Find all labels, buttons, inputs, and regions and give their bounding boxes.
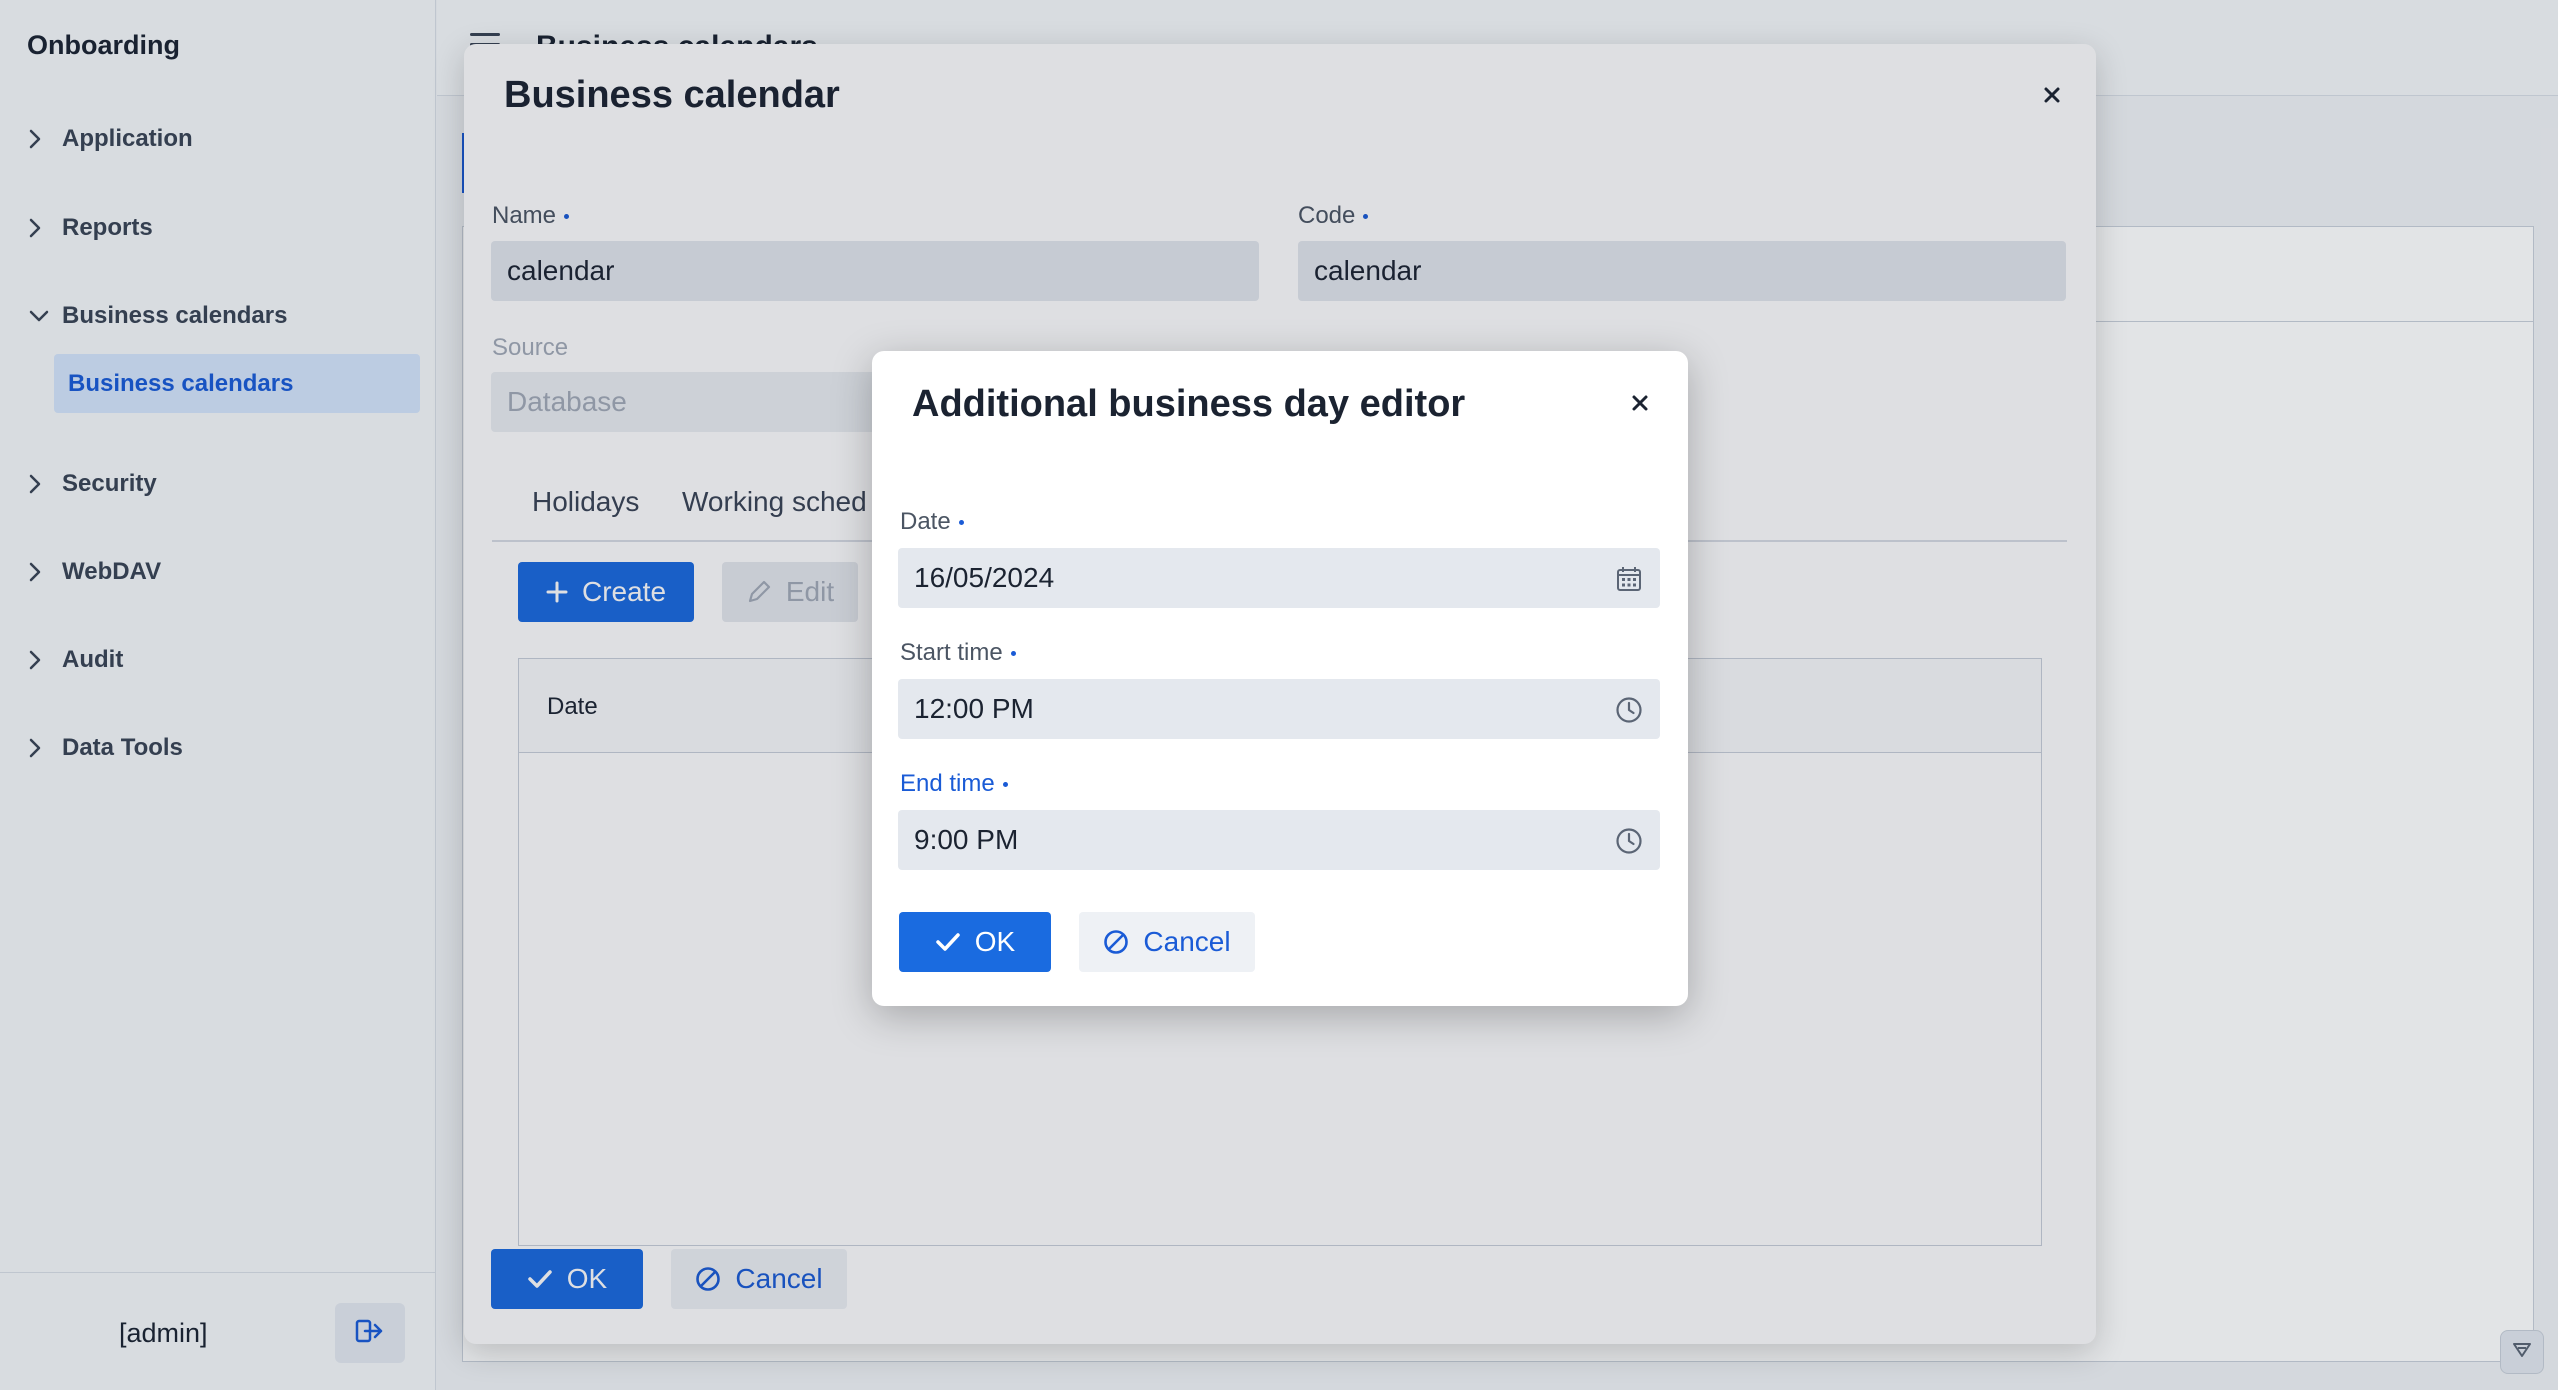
end-time-label: End time bbox=[900, 770, 1008, 798]
editor-close-button[interactable] bbox=[1620, 385, 1660, 425]
check-icon bbox=[935, 931, 961, 953]
close-icon bbox=[1630, 393, 1650, 418]
calendar-icon[interactable] bbox=[1614, 564, 1644, 594]
date-value: 16/05/2024 bbox=[914, 562, 1055, 593]
editor-title: Additional business day editor bbox=[912, 383, 1466, 425]
start-time-value: 12:00 PM bbox=[914, 693, 1034, 724]
start-time-field[interactable]: 12:00 PM bbox=[898, 679, 1660, 739]
required-indicator bbox=[1002, 781, 1008, 787]
ok-label: OK bbox=[974, 926, 1016, 957]
required-indicator bbox=[958, 519, 964, 525]
end-time-value: 9:00 PM bbox=[914, 824, 1019, 855]
date-label-text: Date bbox=[900, 508, 951, 535]
required-indicator bbox=[1010, 650, 1016, 656]
editor-ok-button[interactable]: OK bbox=[899, 912, 1051, 972]
cancel-label: Cancel bbox=[1143, 926, 1231, 957]
additional-business-day-editor: Additional business day editor Date 16/0… bbox=[872, 351, 1688, 1006]
date-field[interactable]: 16/05/2024 bbox=[898, 548, 1660, 608]
clock-icon[interactable] bbox=[1614, 695, 1644, 725]
end-time-label-text: End time bbox=[900, 770, 995, 797]
start-time-label: Start time bbox=[900, 639, 1016, 667]
cancel-icon bbox=[1103, 929, 1129, 955]
date-label: Date bbox=[900, 508, 964, 536]
editor-cancel-button[interactable]: Cancel bbox=[1079, 912, 1255, 972]
start-time-label-text: Start time bbox=[900, 639, 1003, 666]
clock-icon[interactable] bbox=[1614, 826, 1644, 856]
end-time-field[interactable]: 9:00 PM bbox=[898, 810, 1660, 870]
